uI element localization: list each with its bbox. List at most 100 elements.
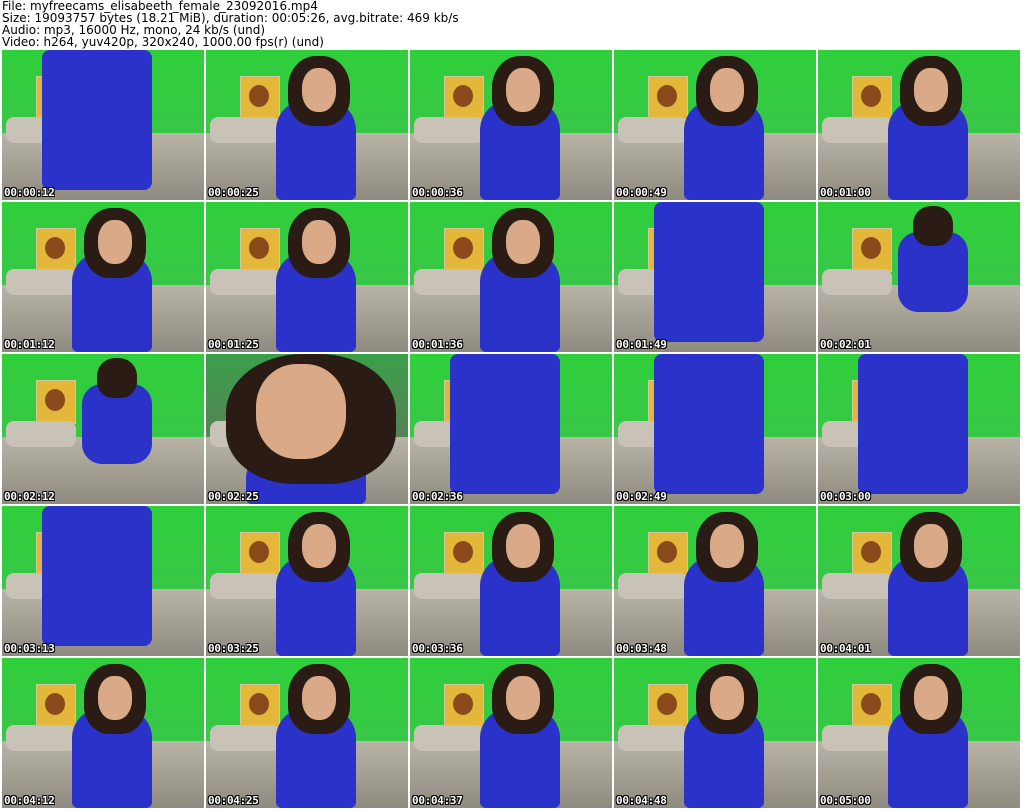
timestamp-label: 00:00:49 [616, 186, 667, 199]
blue-dress-figure [42, 506, 152, 646]
timestamp-label: 00:00:36 [412, 186, 463, 199]
timestamp-label: 00:04:01 [820, 642, 871, 655]
video-frame-thumbnail: 00:00:25 [206, 50, 408, 200]
timestamp-label: 00:01:49 [616, 338, 667, 351]
timestamp-label: 00:04:12 [4, 794, 55, 807]
wall-poster [852, 532, 892, 576]
video-frame-thumbnail: 00:00:49 [614, 50, 816, 200]
cushion [6, 269, 76, 295]
face [302, 68, 336, 112]
face [98, 676, 132, 720]
cushion [822, 573, 892, 599]
face [914, 68, 948, 112]
video-frame-thumbnail: 00:03:48 [614, 506, 816, 656]
cushion [210, 573, 280, 599]
wall-poster [852, 684, 892, 728]
timestamp-label: 00:03:00 [820, 490, 871, 503]
wall-poster [240, 76, 280, 120]
timestamp-label: 00:03:36 [412, 642, 463, 655]
wall-poster [648, 684, 688, 728]
timestamp-label: 00:04:37 [412, 794, 463, 807]
timestamp-label: 00:02:49 [616, 490, 667, 503]
face [914, 676, 948, 720]
video-frame-thumbnail: 00:04:37 [410, 658, 612, 808]
timestamp-label: 00:02:12 [4, 490, 55, 503]
video-frame-thumbnail: 00:01:25 [206, 202, 408, 352]
video-frame-thumbnail: 00:01:00 [818, 50, 1020, 200]
curly-hair [913, 206, 953, 246]
video-frame-thumbnail: 00:02:12 [2, 354, 204, 504]
timestamp-label: 00:03:25 [208, 642, 259, 655]
timestamp-label: 00:01:25 [208, 338, 259, 351]
wall-poster [36, 380, 76, 424]
cushion [414, 573, 484, 599]
video-frame-thumbnail: 00:01:12 [2, 202, 204, 352]
video-frame-thumbnail: 00:02:01 [818, 202, 1020, 352]
cushion [210, 725, 280, 751]
face [710, 676, 744, 720]
wall-poster [36, 228, 76, 272]
cushion [414, 117, 484, 143]
cushion [822, 725, 892, 751]
video-frame-thumbnail: 00:04:01 [818, 506, 1020, 656]
video-frame-thumbnail: 00:01:36 [410, 202, 612, 352]
video-frame-thumbnail: 00:05:00 [818, 658, 1020, 808]
cushion [210, 117, 280, 143]
timestamp-label: 00:04:25 [208, 794, 259, 807]
video-frame-thumbnail: 00:04:12 [2, 658, 204, 808]
face [710, 68, 744, 112]
timestamp-label: 00:02:25 [208, 490, 259, 503]
wall-poster [444, 228, 484, 272]
wall-poster [852, 228, 892, 272]
video-frame-thumbnail: 00:02:25 [206, 354, 408, 504]
timestamp-label: 00:03:48 [616, 642, 667, 655]
timestamp-label: 00:05:00 [820, 794, 871, 807]
face [506, 68, 540, 112]
face [506, 676, 540, 720]
timestamp-label: 00:02:36 [412, 490, 463, 503]
timestamp-label: 00:04:48 [616, 794, 667, 807]
face [302, 524, 336, 568]
cushion [618, 573, 688, 599]
wall-poster [36, 684, 76, 728]
face [914, 524, 948, 568]
wall-poster [444, 684, 484, 728]
face [506, 220, 540, 264]
wall-poster [444, 76, 484, 120]
wall-poster [648, 76, 688, 120]
cushion [618, 117, 688, 143]
wall-poster [240, 532, 280, 576]
timestamp-label: 00:01:12 [4, 338, 55, 351]
blue-dress-figure [42, 50, 152, 190]
wall-poster [240, 684, 280, 728]
cushion [414, 725, 484, 751]
cushion [6, 421, 76, 447]
cushion [618, 725, 688, 751]
timestamp-label: 00:03:13 [4, 642, 55, 655]
timestamp-label: 00:02:01 [820, 338, 871, 351]
wall-poster [240, 228, 280, 272]
cushion [414, 269, 484, 295]
wall-poster [648, 532, 688, 576]
blue-dress-figure [654, 354, 764, 494]
cushion [210, 269, 280, 295]
video-frame-thumbnail: 00:02:49 [614, 354, 816, 504]
video-frame-thumbnail: 00:04:48 [614, 658, 816, 808]
video-frame-thumbnail: 00:04:25 [206, 658, 408, 808]
video-frame-thumbnail: 00:02:36 [410, 354, 612, 504]
face [506, 524, 540, 568]
wall-poster [852, 76, 892, 120]
video-info-line: Video: h264, yuv420p, 320x240, 1000.00 f… [2, 35, 324, 49]
face [256, 364, 346, 459]
file-info-header: File: myfreecams_elisabeeth_female_23092… [2, 0, 459, 48]
video-frame-thumbnail: 00:03:13 [2, 506, 204, 656]
face [302, 676, 336, 720]
video-frame-thumbnail: 00:01:49 [614, 202, 816, 352]
video-frame-thumbnail: 00:03:25 [206, 506, 408, 656]
thumbnail-grid: 00:00:12 00:00:25 00:00:36 00:00:49 00:01:00… [2, 50, 1020, 808]
blue-dress-figure [654, 202, 764, 342]
video-frame-thumbnail: 00:00:12 [2, 50, 204, 200]
cushion [822, 117, 892, 143]
wall-poster [444, 532, 484, 576]
curly-hair [97, 358, 137, 398]
